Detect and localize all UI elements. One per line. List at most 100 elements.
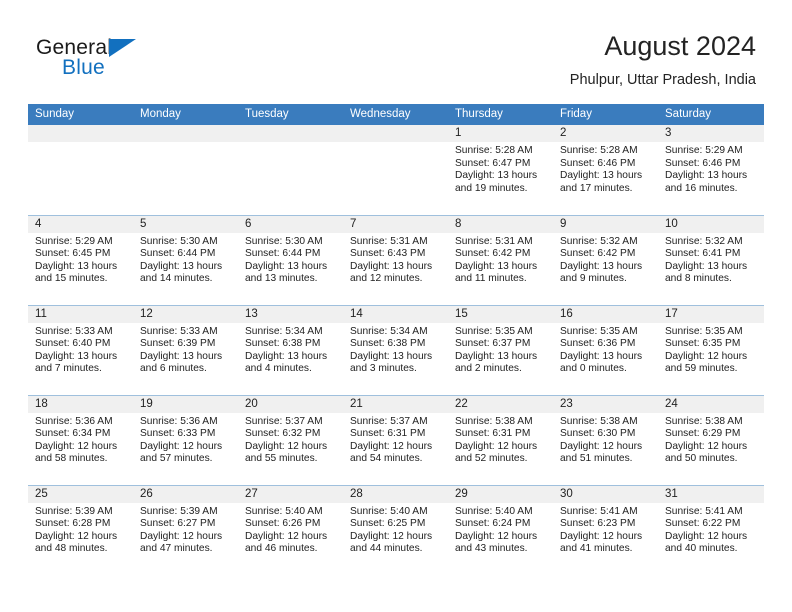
- daylight-duration-line2: and 4 minutes.: [245, 363, 312, 375]
- calendar-day-cell[interactable]: 9 Sunrise: 5:32 AM Sunset: 6:42 PM Daylight…: [553, 214, 658, 305]
- calendar-day-cell[interactable]: 28 Sunrise: 5:40 AM Sunset: 6:25 PM Dayligh…: [343, 484, 448, 575]
- day-details: Sunrise: 5:40 AM Sunset: 6:25 PM Daylight:…: [343, 503, 448, 556]
- daylight-duration-line1: Daylight: 12 hours: [350, 530, 433, 542]
- calendar-day-cell[interactable]: 24 Sunrise: 5:38 AM Sunset: 6:29 PM Dayligh…: [658, 394, 764, 485]
- calendar-day-cell[interactable]: 16 Sunrise: 5:35 AM Sunset: 6:36 PM Dayligh…: [553, 304, 658, 395]
- calendar-day-cell[interactable]: 17 Sunrise: 5:35 AM Sunset: 6:35 PM Dayligh…: [658, 304, 764, 395]
- daylight-duration-line1: Daylight: 12 hours: [560, 440, 643, 452]
- calendar-day-cell[interactable]: [238, 125, 343, 215]
- sunset-time: Sunset: 6:40 PM: [35, 338, 111, 350]
- calendar-day-cell[interactable]: 23 Sunrise: 5:38 AM Sunset: 6:30 PM Dayligh…: [553, 394, 658, 485]
- brand-logo[interactable]: General Blue: [36, 36, 236, 86]
- sunrise-time: Sunrise: 5:29 AM: [665, 145, 743, 156]
- day-details: Sunrise: 5:36 AM Sunset: 6:33 PM Daylight:…: [133, 413, 238, 466]
- daylight-duration-line1: Daylight: 12 hours: [245, 440, 328, 452]
- day-number: 15: [448, 305, 553, 323]
- calendar-day-cell[interactable]: 12 Sunrise: 5:33 AM Sunset: 6:39 PM Dayligh…: [133, 304, 238, 395]
- sunrise-time: Sunrise: 5:41 AM: [560, 505, 638, 517]
- calendar-day-cell[interactable]: 1 Sunrise: 5:28 AM Sunset: 6:47 PM Daylight…: [448, 125, 553, 215]
- day-number: [133, 125, 238, 142]
- calendar-day-cell[interactable]: 13 Sunrise: 5:34 AM Sunset: 6:38 PM Dayligh…: [238, 304, 343, 395]
- day-number: 29: [448, 485, 553, 503]
- day-cell: 25 Sunrise: 5:39 AM Sunset: 6:28 PM Dayligh…: [28, 485, 133, 576]
- daylight-duration-line2: and 48 minutes.: [35, 543, 108, 555]
- calendar-day-cell[interactable]: [28, 125, 133, 215]
- day-number: 8: [448, 215, 553, 233]
- day-details: Sunrise: 5:31 AM Sunset: 6:43 PM Daylight:…: [343, 233, 448, 286]
- calendar-day-cell[interactable]: 14 Sunrise: 5:34 AM Sunset: 6:38 PM Dayligh…: [343, 304, 448, 395]
- day-cell: 8 Sunrise: 5:31 AM Sunset: 6:42 PM Daylight…: [448, 215, 553, 305]
- sunrise-time: Sunrise: 5:30 AM: [140, 235, 218, 247]
- calendar-day-cell[interactable]: 15 Sunrise: 5:35 AM Sunset: 6:37 PM Dayligh…: [448, 304, 553, 395]
- page-masthead: General Blue August 2024 Phulpur, Uttar …: [0, 0, 792, 98]
- calendar-day-cell[interactable]: 22 Sunrise: 5:38 AM Sunset: 6:31 PM Dayligh…: [448, 394, 553, 485]
- sunrise-time: Sunrise: 5:40 AM: [245, 505, 323, 517]
- calendar-day-cell[interactable]: [133, 125, 238, 215]
- weekday-header-tuesday: Tuesday: [238, 104, 343, 125]
- day-details: Sunrise: 5:37 AM Sunset: 6:31 PM Daylight:…: [343, 413, 448, 466]
- sunset-time: Sunset: 6:26 PM: [245, 518, 321, 530]
- day-number: 2: [553, 125, 658, 142]
- calendar-day-cell[interactable]: 4 Sunrise: 5:29 AM Sunset: 6:45 PM Daylight…: [28, 214, 133, 305]
- daylight-duration-line1: Daylight: 13 hours: [35, 350, 118, 362]
- sunset-time: Sunset: 6:44 PM: [245, 248, 321, 260]
- calendar-day-cell[interactable]: 11 Sunrise: 5:33 AM Sunset: 6:40 PM Dayligh…: [28, 304, 133, 395]
- sunset-time: Sunset: 6:46 PM: [560, 157, 636, 169]
- calendar-week-row: 18 Sunrise: 5:36 AM Sunset: 6:34 PM Dayligh…: [28, 394, 764, 485]
- day-details: Sunrise: 5:35 AM Sunset: 6:35 PM Daylight:…: [658, 323, 764, 376]
- calendar-day-cell[interactable]: 19 Sunrise: 5:36 AM Sunset: 6:33 PM Dayligh…: [133, 394, 238, 485]
- sunrise-time: Sunrise: 5:35 AM: [560, 325, 638, 337]
- calendar-day-cell[interactable]: 8 Sunrise: 5:31 AM Sunset: 6:42 PM Daylight…: [448, 214, 553, 305]
- calendar-day-cell[interactable]: 18 Sunrise: 5:36 AM Sunset: 6:34 PM Dayligh…: [28, 394, 133, 485]
- calendar-day-cell[interactable]: 6 Sunrise: 5:30 AM Sunset: 6:44 PM Daylight…: [238, 214, 343, 305]
- calendar-day-cell[interactable]: 7 Sunrise: 5:31 AM Sunset: 6:43 PM Daylight…: [343, 214, 448, 305]
- calendar-day-cell[interactable]: 21 Sunrise: 5:37 AM Sunset: 6:31 PM Dayligh…: [343, 394, 448, 485]
- daylight-duration-line2: and 50 minutes.: [665, 453, 738, 465]
- day-number: 31: [658, 485, 764, 503]
- sunrise-time: Sunrise: 5:40 AM: [350, 505, 428, 517]
- day-details: Sunrise: 5:35 AM Sunset: 6:37 PM Daylight:…: [448, 323, 553, 376]
- daylight-duration-line1: Daylight: 12 hours: [140, 530, 223, 542]
- daylight-duration-line1: Daylight: 13 hours: [665, 260, 748, 272]
- sunset-time: Sunset: 6:37 PM: [455, 338, 531, 350]
- calendar-day-cell[interactable]: 5 Sunrise: 5:30 AM Sunset: 6:44 PM Daylight…: [133, 214, 238, 305]
- day-cell: 21 Sunrise: 5:37 AM Sunset: 6:31 PM Dayligh…: [343, 395, 448, 485]
- sunrise-time: Sunrise: 5:32 AM: [560, 235, 638, 247]
- daylight-duration-line1: Daylight: 13 hours: [35, 260, 118, 272]
- day-cell-empty: [28, 125, 133, 215]
- sunset-time: Sunset: 6:31 PM: [455, 428, 531, 440]
- sunset-time: Sunset: 6:44 PM: [140, 248, 216, 260]
- daylight-duration-line1: Daylight: 12 hours: [665, 350, 748, 362]
- calendar-day-cell[interactable]: 30 Sunrise: 5:41 AM Sunset: 6:23 PM Dayligh…: [553, 484, 658, 575]
- sunset-time: Sunset: 6:32 PM: [245, 428, 321, 440]
- calendar-day-cell[interactable]: 3 Sunrise: 5:29 AM Sunset: 6:46 PM Daylight…: [658, 125, 764, 215]
- daylight-duration-line2: and 16 minutes.: [665, 182, 738, 194]
- calendar-day-cell[interactable]: 31 Sunrise: 5:41 AM Sunset: 6:22 PM Dayligh…: [658, 484, 764, 575]
- sunrise-time: Sunrise: 5:28 AM: [560, 145, 638, 156]
- calendar-day-cell[interactable]: 10 Sunrise: 5:32 AM Sunset: 6:41 PM Dayligh…: [658, 214, 764, 305]
- calendar-day-cell[interactable]: 29 Sunrise: 5:40 AM Sunset: 6:24 PM Dayligh…: [448, 484, 553, 575]
- daylight-duration-line1: Daylight: 12 hours: [35, 530, 118, 542]
- sunrise-time: Sunrise: 5:33 AM: [35, 325, 113, 337]
- sunrise-time: Sunrise: 5:39 AM: [35, 505, 113, 517]
- daylight-duration-line2: and 14 minutes.: [140, 273, 213, 285]
- calendar-day-cell[interactable]: 2 Sunrise: 5:28 AM Sunset: 6:46 PM Daylight…: [553, 125, 658, 215]
- day-number: 7: [343, 215, 448, 233]
- sunset-time: Sunset: 6:39 PM: [140, 338, 216, 350]
- day-number: 27: [238, 485, 343, 503]
- sunset-time: Sunset: 6:36 PM: [560, 338, 636, 350]
- day-number: 9: [553, 215, 658, 233]
- sunset-time: Sunset: 6:45 PM: [35, 248, 111, 260]
- weekday-header-sunday: Sunday: [28, 104, 133, 125]
- calendar-day-cell[interactable]: 27 Sunrise: 5:40 AM Sunset: 6:26 PM Dayligh…: [238, 484, 343, 575]
- sunset-time: Sunset: 6:42 PM: [455, 248, 531, 260]
- calendar-day-cell[interactable]: 26 Sunrise: 5:39 AM Sunset: 6:27 PM Dayligh…: [133, 484, 238, 575]
- calendar-day-cell[interactable]: 25 Sunrise: 5:39 AM Sunset: 6:28 PM Dayligh…: [28, 484, 133, 576]
- daylight-duration-line1: Daylight: 13 hours: [665, 170, 748, 182]
- day-number: 1: [448, 125, 553, 142]
- daylight-duration-line1: Daylight: 13 hours: [245, 350, 328, 362]
- calendar-day-cell[interactable]: 20 Sunrise: 5:37 AM Sunset: 6:32 PM Dayligh…: [238, 394, 343, 485]
- calendar-day-cell[interactable]: [343, 125, 448, 215]
- weekday-header-saturday: Saturday: [658, 104, 764, 125]
- day-cell: 1 Sunrise: 5:28 AM Sunset: 6:47 PM Daylight…: [448, 125, 553, 215]
